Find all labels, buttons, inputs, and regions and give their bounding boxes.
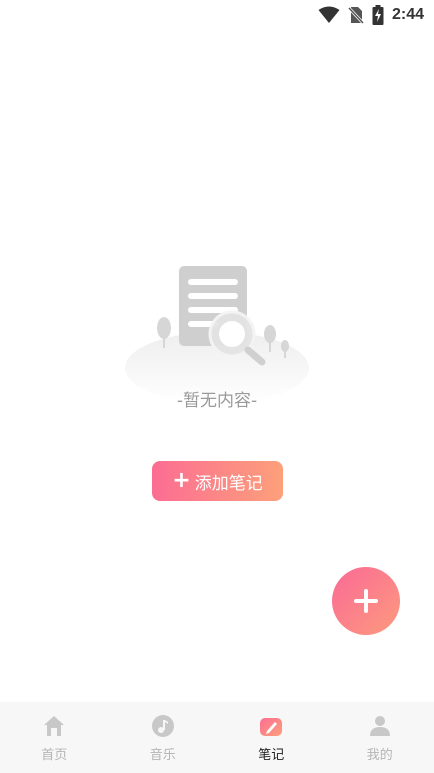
nav-label-home: 首页 bbox=[41, 748, 68, 763]
bottom-nav: 首页 音乐 笔记 我的 bbox=[0, 702, 434, 773]
nav-label-profile: 我的 bbox=[366, 748, 393, 763]
music-icon bbox=[151, 715, 174, 737]
wifi-icon bbox=[318, 6, 340, 23]
empty-message: -暂无内容- bbox=[176, 391, 258, 411]
nav-item-music[interactable]: 音乐 bbox=[109, 702, 218, 773]
battery-charging-icon bbox=[372, 5, 384, 25]
nav-item-profile[interactable]: 我的 bbox=[326, 702, 434, 773]
no-sim-icon bbox=[347, 6, 364, 24]
home-icon bbox=[44, 716, 65, 736]
add-note-label: 添加笔记 bbox=[194, 473, 263, 494]
nav-label-notes: 笔记 bbox=[258, 748, 285, 763]
plus-icon: + bbox=[172, 468, 191, 493]
nav-item-notes[interactable]: 笔记 bbox=[217, 702, 326, 773]
nav-item-home[interactable]: 首页 bbox=[0, 702, 109, 773]
floating-add-button[interactable] bbox=[332, 567, 400, 635]
plus-icon bbox=[354, 589, 378, 613]
profile-icon bbox=[369, 716, 390, 736]
nav-label-music: 音乐 bbox=[149, 748, 176, 763]
add-note-button[interactable]: + 添加笔记 bbox=[152, 461, 283, 501]
status-time: 2:44 bbox=[391, 6, 424, 23]
status-icons: 2:44 bbox=[318, 4, 424, 26]
note-pen-icon bbox=[260, 718, 283, 736]
status-bar: 2:44 bbox=[0, 0, 434, 30]
